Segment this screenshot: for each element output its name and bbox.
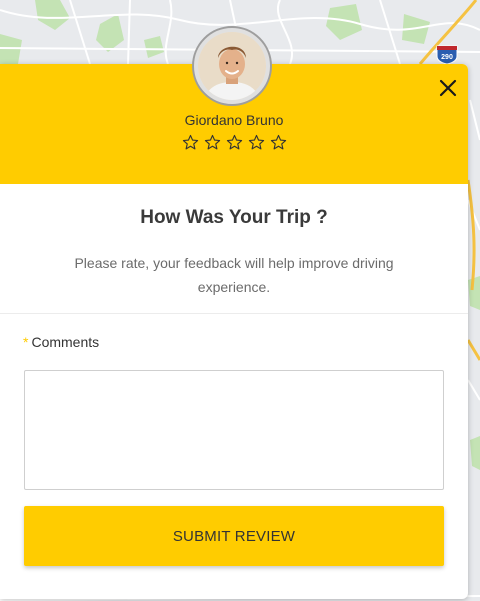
- star-4-icon[interactable]: [248, 134, 265, 151]
- comments-field[interactable]: [24, 370, 444, 490]
- modal-subtitle: Please rate, your feedback will help imp…: [74, 255, 394, 295]
- road-sign-icon: 290: [436, 45, 458, 65]
- road-sign-label: 290: [441, 54, 453, 61]
- required-mark: *: [23, 334, 29, 350]
- modal-title: How Was Your Trip ?: [140, 207, 328, 228]
- star-3-icon[interactable]: [226, 134, 243, 151]
- star-1-icon[interactable]: [182, 134, 199, 151]
- driver-photo: [198, 32, 266, 100]
- submit-review-button[interactable]: SUBMIT REVIEW: [24, 506, 444, 566]
- rate-trip-modal: Giordano Bruno How Was Your Trip ? Pleas…: [0, 26, 468, 599]
- star-rating[interactable]: [0, 134, 468, 151]
- star-5-icon[interactable]: [270, 134, 287, 151]
- close-button[interactable]: [436, 76, 460, 100]
- driver-name: Giordano Bruno: [184, 112, 284, 128]
- comments-label-text: Comments: [31, 334, 100, 350]
- comments-label: * Comments: [23, 334, 99, 350]
- star-2-icon[interactable]: [204, 134, 221, 151]
- close-icon: [439, 79, 457, 97]
- driver-avatar: [192, 26, 272, 106]
- divider: [0, 313, 468, 314]
- modal-header: Giordano Bruno: [0, 26, 468, 184]
